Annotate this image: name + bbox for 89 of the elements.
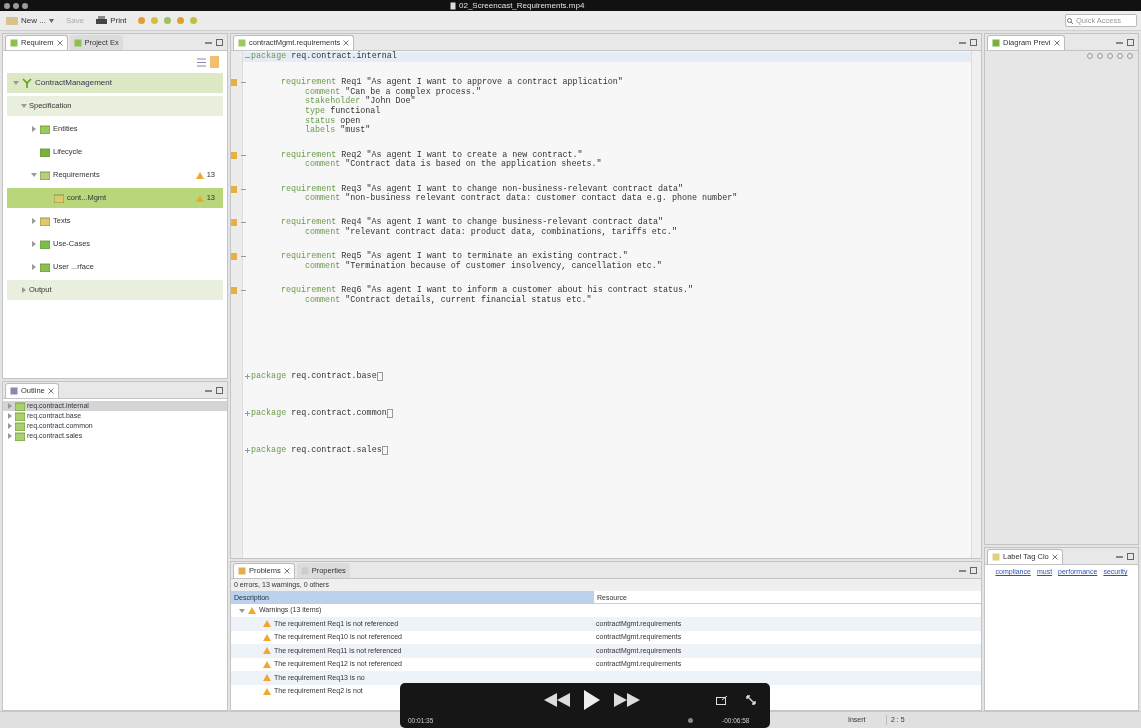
close-icon [1053, 40, 1060, 46]
folder-icon [40, 262, 50, 272]
folder-icon [6, 16, 18, 25]
folder-icon [40, 147, 50, 157]
folder-icon [40, 239, 50, 249]
close-icon [283, 568, 290, 574]
code-line: stakeholder "John Doe" [304, 97, 416, 107]
folded-block-icon [376, 372, 383, 381]
collapse-icon[interactable] [241, 152, 246, 158]
code-line: requirement Req5 "As agent I want to terminate an existing contract." [243, 252, 971, 262]
collapse-icon[interactable] [241, 254, 246, 260]
minimize-icon [959, 567, 966, 574]
code-line: comment "Contract data is based on the application sheets." [304, 160, 603, 170]
expanded-arrow-icon [31, 172, 37, 178]
minimize-icon [959, 39, 966, 46]
document-icon [450, 1, 456, 10]
code-line: requirement Req6 "As agent I want to inform a customer about his contract status." [243, 286, 971, 296]
code-line: comment "non-business relevant contract data: customer contact data e.g. phone number" [304, 194, 739, 204]
collapse-icon[interactable] [241, 186, 246, 192]
fullscreen-icon[interactable] [746, 695, 756, 705]
expand-icon[interactable] [245, 411, 250, 416]
collapse-icon[interactable] [241, 80, 246, 85]
view-icon [992, 553, 1000, 561]
collapsed-arrow-icon [31, 126, 37, 132]
printer-icon [96, 16, 108, 25]
warning-icon [195, 171, 204, 179]
toolbar-button[interactable]: Print [94, 14, 129, 27]
view-icon [10, 387, 18, 395]
close-icon [47, 388, 54, 394]
code-line: package req.contract.base [243, 371, 971, 382]
minimize-icon [1116, 553, 1123, 560]
minimize-icon [205, 387, 212, 394]
folder-icon [40, 170, 50, 180]
code-line: comment "Termination because of customer insolvency, cancellation etc." [304, 261, 663, 272]
view-icon [73, 38, 82, 47]
expand-icon[interactable] [245, 374, 250, 379]
folded-block-icon [381, 446, 388, 455]
expand-icon[interactable] [245, 448, 250, 453]
code-line: comment "Can be a complex process." [304, 87, 482, 97]
window-title: 02_Screencast_Requirements.mp4 [459, 0, 585, 11]
close-icon [56, 40, 63, 46]
collapsed-arrow-icon [31, 241, 37, 247]
share-icon[interactable] [716, 695, 728, 705]
code-line: comment "relevant contract data: product data, combinations, tariffs etc." [304, 228, 678, 238]
maximize-icon [970, 567, 977, 574]
tree-icon [22, 78, 32, 88]
collapse-icon[interactable] [245, 54, 250, 60]
maximize-icon [1127, 39, 1134, 46]
collapsed-arrow-icon [31, 218, 37, 224]
code-line: comment "Contract details, current financial status etc." [304, 295, 593, 306]
collapsed-arrow-icon [21, 287, 27, 293]
expanded-arrow-icon [21, 103, 27, 109]
code-line: package req.contract.sales [243, 445, 971, 456]
collapse-icon[interactable] [241, 220, 246, 226]
folder-icon [54, 193, 64, 203]
play-icon[interactable] [584, 690, 600, 710]
code-line: labels "must" [304, 126, 372, 137]
collapsed-arrow-icon [31, 264, 37, 270]
view-icon [992, 39, 1000, 47]
close-icon [343, 40, 350, 46]
maximize-icon [216, 387, 223, 394]
tree-root-row[interactable]: ContractManagement [7, 73, 223, 93]
collapse-icon[interactable] [241, 288, 246, 294]
view-icon [238, 39, 246, 47]
maximize-icon [1127, 553, 1134, 560]
minimize-icon [1116, 39, 1123, 46]
expanded-arrow-icon [13, 80, 19, 86]
maximize-icon [216, 39, 223, 46]
view-icon [238, 567, 246, 575]
fast-forward-icon[interactable] [614, 693, 640, 707]
minimize-icon [205, 39, 212, 46]
playhead-dot-icon [688, 718, 693, 723]
code-line: status open [304, 116, 361, 126]
maximize-icon [970, 39, 977, 46]
list-icon [197, 57, 206, 67]
rewind-icon[interactable] [544, 693, 570, 707]
folder-icon [40, 124, 50, 134]
folded-block-icon [386, 409, 393, 418]
code-line: package req.contract.common [243, 408, 971, 419]
code-line: requirement Req1 "As agent I want to approve a contract application" [243, 78, 971, 88]
toolbar-button[interactable]: New ... [4, 14, 56, 27]
view-icon [10, 39, 18, 47]
close-icon [1051, 554, 1058, 560]
search-icon [1067, 17, 1073, 24]
caret-icon [48, 18, 54, 23]
expanded-arrow-icon [239, 607, 245, 614]
folder-icon [40, 216, 50, 226]
code-line: type functional [304, 107, 382, 117]
warning-icon [195, 194, 204, 202]
